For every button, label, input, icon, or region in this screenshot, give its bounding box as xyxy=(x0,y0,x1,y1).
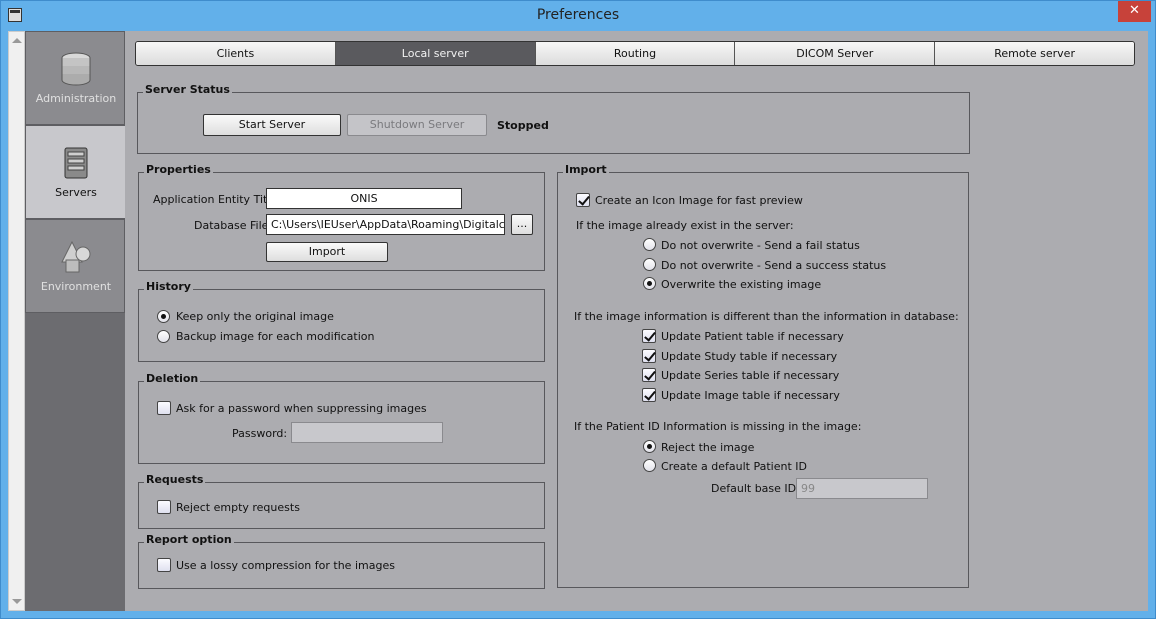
update-study-checkbox[interactable] xyxy=(642,349,656,363)
update-patient-label: Update Patient table if necessary xyxy=(661,330,844,343)
sidebar-item-administration[interactable]: Administration xyxy=(25,31,125,125)
no-overwrite-fail-radio[interactable] xyxy=(643,238,656,251)
sidebar-item-label: Administration xyxy=(35,92,117,105)
sidebar-item-label: Servers xyxy=(55,186,97,199)
title-bar: Preferences ✕ xyxy=(0,0,1156,31)
exist-heading: If the image already exist in the server… xyxy=(576,219,794,232)
scroll-up-icon[interactable] xyxy=(12,38,22,43)
sidebar: Administration Servers Environment xyxy=(25,31,126,611)
browse-button[interactable]: ... xyxy=(511,214,533,235)
group-title: History xyxy=(144,280,193,293)
overwrite-existing-label: Overwrite the existing image xyxy=(661,278,822,291)
group-title: Import xyxy=(563,163,609,176)
properties-group: Properties Application Entity Title ONIS… xyxy=(138,163,545,271)
backup-image-radio[interactable] xyxy=(157,330,170,343)
requests-group: Requests Reject empty requests xyxy=(138,473,545,529)
update-study-label: Update Study table if necessary xyxy=(661,350,838,363)
sidebar-item-label: Environment xyxy=(40,280,112,293)
ae-title-label: Application Entity Title xyxy=(153,193,278,206)
group-title: Deletion xyxy=(144,372,201,385)
group-title: Requests xyxy=(144,473,206,486)
database-file-field[interactable]: C:\Users\IEUser\AppData\Roaming\Digitalc… xyxy=(266,214,505,235)
database-file-label: Database File xyxy=(194,219,269,232)
tab-bar: Clients Local server Routing DICOM Serve… xyxy=(135,41,1135,66)
sidebar-item-servers[interactable]: Servers xyxy=(25,125,126,219)
sidebar-item-environment[interactable]: Environment xyxy=(25,219,125,313)
server-status-group: Server Status Start Server Shutdown Serv… xyxy=(137,83,970,154)
group-title: Report option xyxy=(144,533,234,546)
ae-title-field[interactable]: ONIS xyxy=(266,188,462,209)
create-default-id-radio[interactable] xyxy=(643,459,656,472)
icon-image-label: Create an Icon Image for fast preview xyxy=(595,194,803,207)
update-series-checkbox[interactable] xyxy=(642,368,656,382)
lossy-compression-label: Use a lossy compression for the images xyxy=(176,559,395,572)
scroll-down-icon[interactable] xyxy=(12,599,22,604)
icon-image-checkbox[interactable] xyxy=(576,193,590,207)
history-group: History Keep only the original image Bac… xyxy=(138,280,545,362)
import-group: Import Create an Icon Image for fast pre… xyxy=(557,163,969,588)
no-overwrite-success-radio[interactable] xyxy=(643,258,656,271)
tab-remote-server[interactable]: Remote server xyxy=(935,42,1134,65)
reject-image-radio[interactable] xyxy=(643,440,656,453)
no-overwrite-success-label: Do not overwrite - Send a success status xyxy=(661,259,887,272)
shapes-icon xyxy=(61,240,91,273)
tab-clients[interactable]: Clients xyxy=(136,42,336,65)
overwrite-existing-radio[interactable] xyxy=(643,277,656,290)
keep-original-radio[interactable] xyxy=(157,310,170,323)
create-default-id-label: Create a default Patient ID xyxy=(661,460,807,473)
window-title: Preferences xyxy=(536,7,620,23)
reject-image-label: Reject the image xyxy=(661,441,755,454)
group-title: Properties xyxy=(144,163,213,176)
group-title: Server Status xyxy=(143,83,232,96)
deletion-group: Deletion Ask for a password when suppres… xyxy=(138,372,545,464)
tab-dicom-server[interactable]: DICOM Server xyxy=(735,42,936,65)
lossy-compression-checkbox[interactable] xyxy=(157,558,171,572)
default-base-id-field[interactable]: 99 xyxy=(796,478,928,499)
missing-heading: If the Patient ID Information is missing… xyxy=(574,420,862,433)
update-patient-checkbox[interactable] xyxy=(642,329,656,343)
update-image-label: Update Image table if necessary xyxy=(661,389,840,402)
close-button[interactable]: ✕ xyxy=(1118,1,1151,22)
password-field[interactable] xyxy=(291,422,443,443)
reject-empty-checkbox[interactable] xyxy=(157,500,171,514)
server-icon xyxy=(64,147,88,179)
tab-routing[interactable]: Routing xyxy=(535,42,736,65)
ask-password-checkbox[interactable] xyxy=(157,401,171,415)
database-icon xyxy=(61,52,91,86)
ask-password-label: Ask for a password when suppressing imag… xyxy=(176,402,427,415)
import-button[interactable]: Import xyxy=(266,242,388,262)
sidebar-scrollbar[interactable] xyxy=(8,31,25,611)
server-status-text: Stopped xyxy=(497,119,549,132)
reject-empty-label: Reject empty requests xyxy=(176,501,300,514)
update-series-label: Update Series table if necessary xyxy=(661,369,840,382)
keep-original-label: Keep only the original image xyxy=(176,310,334,323)
start-server-button[interactable]: Start Server xyxy=(203,114,341,136)
shutdown-server-button[interactable]: Shutdown Server xyxy=(347,114,487,136)
tab-local-server[interactable]: Local server xyxy=(335,42,536,65)
default-base-id-label: Default base ID xyxy=(711,482,797,495)
no-overwrite-fail-label: Do not overwrite - Send a fail status xyxy=(661,239,860,252)
backup-image-label: Backup image for each modification xyxy=(176,330,375,343)
diff-heading: If the image information is different th… xyxy=(574,310,959,323)
report-option-group: Report option Use a lossy compression fo… xyxy=(138,533,545,589)
password-label: Password: xyxy=(232,427,288,440)
update-image-checkbox[interactable] xyxy=(642,388,656,402)
